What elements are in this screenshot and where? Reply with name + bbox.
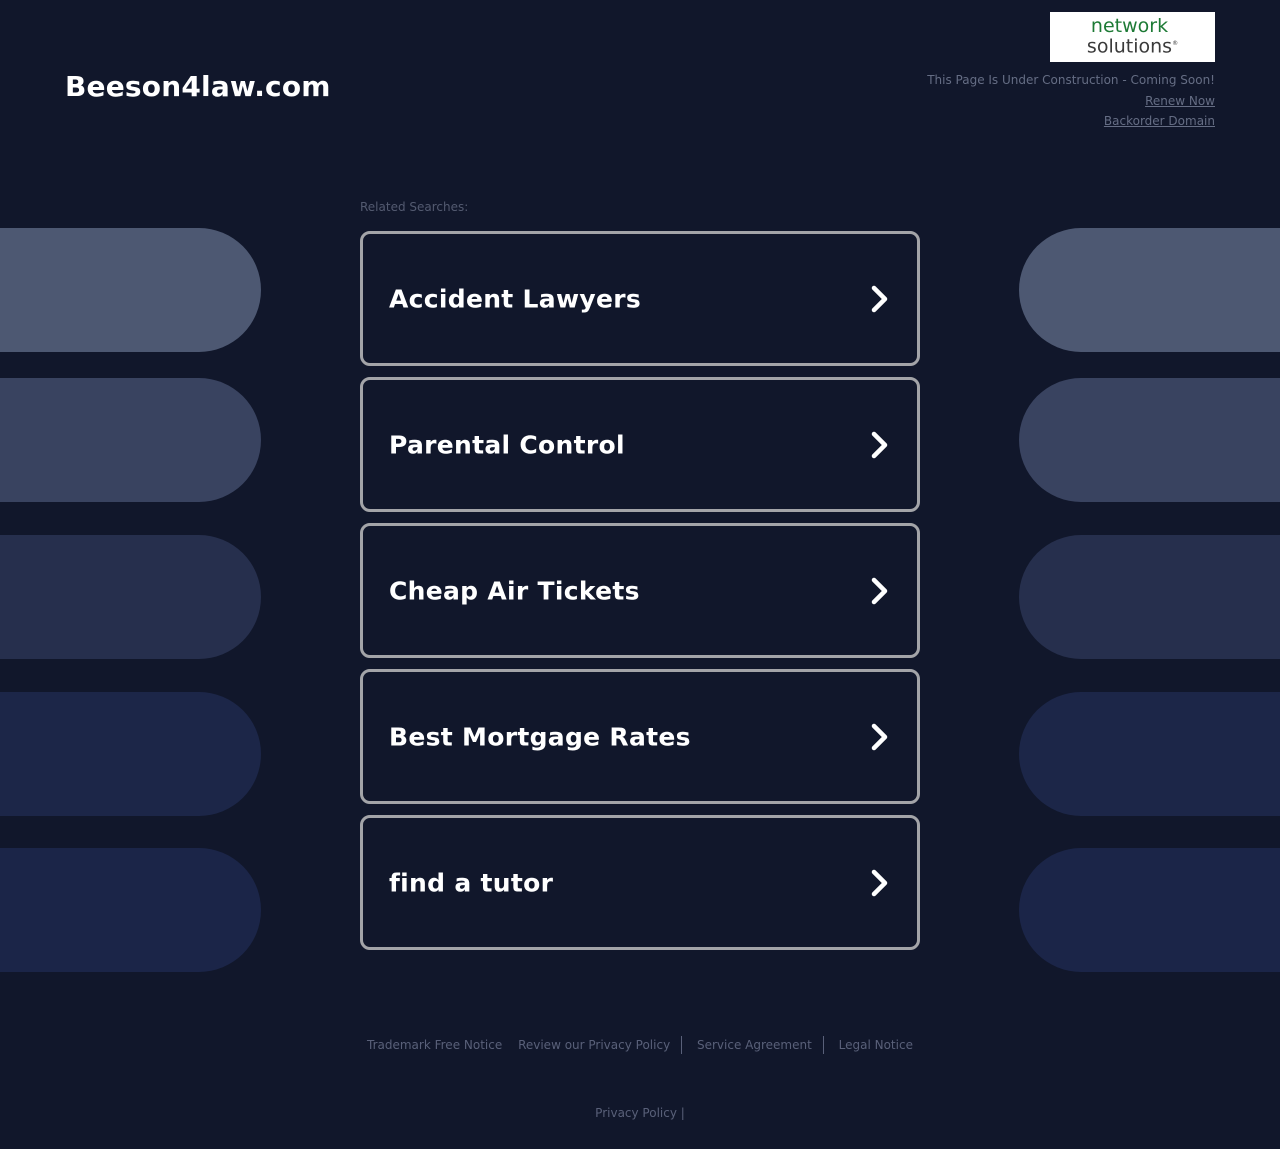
chevron-right-icon bbox=[871, 431, 888, 458]
related-search-card[interactable]: Accident Lawyers bbox=[360, 231, 920, 366]
site-title: Beeson4law.com bbox=[65, 70, 331, 103]
decor-pill-left-1 bbox=[0, 228, 261, 352]
decor-pill-right-4 bbox=[1019, 692, 1280, 816]
trademark-free-notice-link[interactable]: Trademark Free Notice bbox=[361, 1038, 508, 1052]
renew-now-link[interactable]: Renew Now bbox=[1145, 91, 1215, 112]
chevron-right-icon bbox=[871, 869, 888, 896]
under-construction-text: This Page Is Under Construction - Coming… bbox=[927, 73, 1215, 87]
backorder-domain-link[interactable]: Backorder Domain bbox=[1104, 111, 1215, 132]
decor-pill-right-5 bbox=[1019, 848, 1280, 972]
related-search-card[interactable]: find a tutor bbox=[360, 815, 920, 950]
service-agreement-link[interactable]: Service Agreement bbox=[691, 1038, 818, 1052]
footer-divider bbox=[681, 1036, 683, 1054]
related-searches-label: Related Searches: bbox=[360, 200, 469, 214]
footer-privacy: Privacy Policy | bbox=[0, 1106, 1280, 1120]
logo-line1: network bbox=[1090, 15, 1169, 38]
decor-pill-right-2 bbox=[1019, 378, 1280, 502]
decor-pill-left-5 bbox=[0, 848, 261, 972]
related-search-label: Cheap Air Tickets bbox=[389, 576, 640, 605]
privacy-separator: | bbox=[680, 1106, 685, 1120]
decor-pill-left-2 bbox=[0, 378, 261, 502]
decor-pill-right-1 bbox=[1019, 228, 1280, 352]
logo-line2: solutions® bbox=[1086, 35, 1179, 58]
related-search-label: Best Mortgage Rates bbox=[389, 722, 691, 751]
related-search-label: Accident Lawyers bbox=[389, 284, 642, 313]
review-privacy-policy-link[interactable]: Review our Privacy Policy bbox=[512, 1038, 676, 1052]
related-searches-list: Accident Lawyers Parental Control Cheap … bbox=[360, 231, 920, 961]
decor-pill-left-3 bbox=[0, 535, 261, 659]
related-search-card[interactable]: Cheap Air Tickets bbox=[360, 523, 920, 658]
chevron-right-icon bbox=[871, 577, 888, 604]
decor-pill-left-4 bbox=[0, 692, 261, 816]
decor-pill-right-3 bbox=[1019, 535, 1280, 659]
footer-divider bbox=[822, 1036, 824, 1054]
chevron-right-icon bbox=[871, 723, 888, 750]
network-solutions-logo[interactable]: network solutions® bbox=[1050, 12, 1215, 62]
related-search-card[interactable]: Best Mortgage Rates bbox=[360, 669, 920, 804]
related-search-label: Parental Control bbox=[389, 430, 625, 459]
domain-status-panel: This Page Is Under Construction - Coming… bbox=[927, 70, 1215, 132]
related-search-label: find a tutor bbox=[389, 868, 554, 897]
legal-notice-link[interactable]: Legal Notice bbox=[833, 1038, 919, 1052]
privacy-policy-link[interactable]: Privacy Policy bbox=[595, 1106, 677, 1120]
footer-links: Trademark Free Notice Review our Privacy… bbox=[0, 1036, 1280, 1054]
related-search-card[interactable]: Parental Control bbox=[360, 377, 920, 512]
chevron-right-icon bbox=[871, 285, 888, 312]
